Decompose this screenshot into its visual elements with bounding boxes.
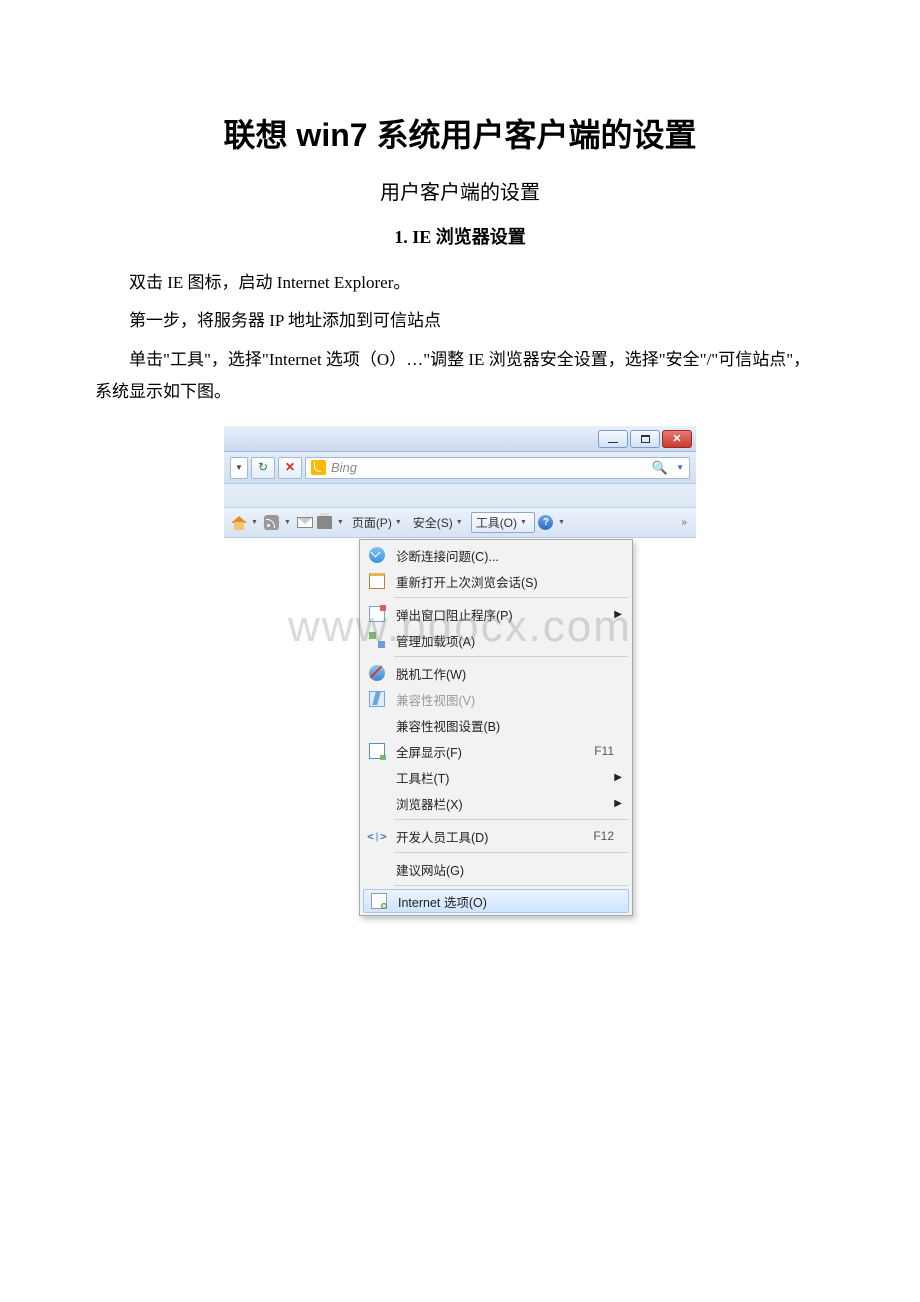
page-menu-button[interactable]: 页面(P)▼ [349,512,408,533]
menu-label: 建议网站(G) [392,860,622,879]
print-icon[interactable] [316,514,334,532]
menu-label: 兼容性视图设置(B) [392,716,622,735]
address-dropdown-icon[interactable]: ▼ [230,457,248,479]
search-dropdown-icon[interactable]: ▼ [676,463,684,472]
menu-label: Internet 选项(O) [394,892,620,911]
search-box[interactable]: Bing 🔍 ▼ [305,457,690,479]
stop-button[interactable]: ✕ [278,457,302,479]
compat-view-icon [369,691,385,707]
submenu-arrow-icon: ▶ [614,798,622,809]
document-main-title: 联想 win7 系统用户客户端的设置 [95,110,825,156]
section-heading: 1. IE 浏览器设置 [95,223,825,249]
safety-label: 安全(S) [413,514,453,531]
menu-label: 重新打开上次浏览会话(S) [392,572,622,591]
menu-separator [394,656,628,657]
shortcut-label: F11 [594,744,622,758]
menu-label: 工具栏(T) [392,768,614,787]
command-toolbar: ▼ ▼ ▼ 页面(P)▼ 安全(S)▼ 工具(O)▼ ?▼ » [224,508,696,538]
address-bar-row: ▼ ↻ ✕ Bing 🔍 ▼ [224,452,696,484]
menu-separator [394,597,628,598]
menu-separator [394,819,628,820]
submenu-arrow-icon: ▶ [614,772,622,783]
search-placeholder: Bing [331,460,357,475]
maximize-button[interactable] [630,430,660,448]
fullscreen-icon [369,743,385,759]
toolbar-overflow-icon[interactable]: » [678,517,690,528]
paragraph-2: 第一步，将服务器 IP 地址添加到可信站点 [95,305,825,337]
page-label: 页面(P) [352,514,392,531]
dev-tools-icon: <❘> [369,828,385,844]
paragraph-3: 单击"工具"，选择"Internet 选项（O）…"调整 IE 浏览器安全设置，… [95,344,825,409]
menu-label: 浏览器栏(X) [392,794,614,813]
shortcut-label: F12 [593,829,622,843]
internet-options-icon [371,893,387,909]
menu-item-popup-blocker[interactable]: 弹出窗口阻止程序(P) ▶ [362,601,630,627]
menu-item-work-offline[interactable]: 脱机工作(W) [362,660,630,686]
read-mail-icon[interactable] [296,514,314,532]
minimize-button[interactable] [598,430,628,448]
search-icon[interactable]: 🔍 [652,460,668,476]
offline-icon [369,665,385,681]
menu-label: 开发人员工具(D) [392,827,593,846]
ie-window: ✕ ▼ ↻ ✕ Bing 🔍 ▼ ▼ ▼ ▼ 页面( [224,426,696,538]
menu-label: 兼容性视图(V) [392,690,622,709]
menu-label: 弹出窗口阻止程序(P) [392,605,614,624]
menu-item-explorer-bars[interactable]: 浏览器栏(X) ▶ [362,790,630,816]
menu-separator [394,885,628,886]
menu-item-internet-options[interactable]: Internet 选项(O) [363,889,629,913]
diagnose-icon [369,547,385,563]
tab-strip [224,484,696,508]
popup-blocker-icon [369,606,385,622]
bing-icon [311,460,326,475]
addons-icon [369,632,385,648]
home-icon[interactable] [230,514,248,532]
menu-item-compat-view: 兼容性视图(V) [362,686,630,712]
reopen-icon [369,573,385,589]
menu-label: 脱机工作(W) [392,664,622,683]
feeds-icon[interactable] [263,514,281,532]
menu-item-diagnose[interactable]: 诊断连接问题(C)... [362,542,630,568]
close-button[interactable]: ✕ [662,430,692,448]
menu-item-toolbars[interactable]: 工具栏(T) ▶ [362,764,630,790]
refresh-button[interactable]: ↻ [251,457,275,479]
tools-dropdown-menu: 诊断连接问题(C)... 重新打开上次浏览会话(S) 弹出窗口阻止程序(P) ▶ [359,539,633,916]
menu-label: 全屏显示(F) [392,742,594,761]
menu-item-dev-tools[interactable]: <❘> 开发人员工具(D) F12 [362,823,630,849]
help-icon[interactable]: ? [537,514,555,532]
ie-screenshot: ✕ ▼ ↻ ✕ Bing 🔍 ▼ ▼ ▼ ▼ 页面( [95,426,825,538]
menu-label: 诊断连接问题(C)... [392,546,622,565]
window-titlebar: ✕ [224,426,696,452]
safety-menu-button[interactable]: 安全(S)▼ [410,512,469,533]
menu-item-reopen-session[interactable]: 重新打开上次浏览会话(S) [362,568,630,594]
menu-item-compat-settings[interactable]: 兼容性视图设置(B) [362,712,630,738]
menu-label: 管理加载项(A) [392,631,622,650]
submenu-arrow-icon: ▶ [614,609,622,620]
menu-separator [394,852,628,853]
menu-item-fullscreen[interactable]: 全屏显示(F) F11 [362,738,630,764]
tools-menu-button[interactable]: 工具(O)▼ [471,512,535,533]
menu-item-manage-addons[interactable]: 管理加载项(A) [362,627,630,653]
document-subtitle: 用户客户端的设置 [95,176,825,205]
paragraph-1: 双击 IE 图标，启动 Internet Explorer。 [95,267,825,299]
tools-label: 工具(O) [476,514,517,531]
menu-item-suggested-sites[interactable]: 建议网站(G) [362,856,630,882]
